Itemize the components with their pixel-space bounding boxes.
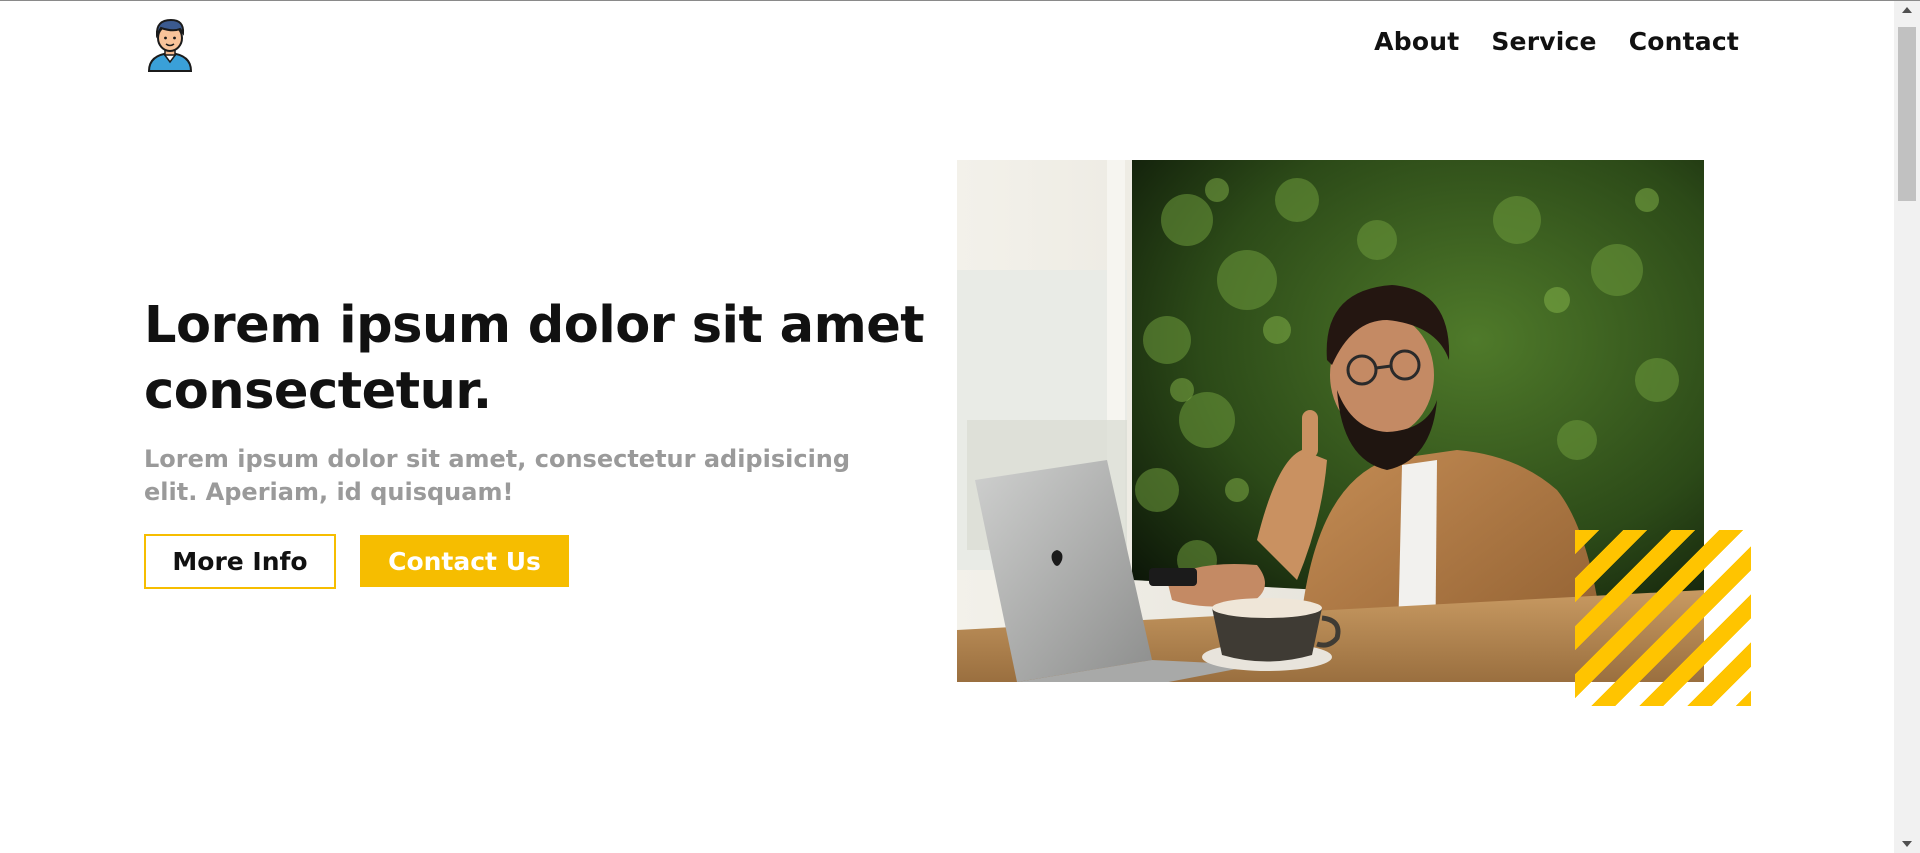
- person-avatar-icon[interactable]: [145, 15, 195, 73]
- scrollbar-thumb[interactable]: [1898, 27, 1916, 201]
- nav-link-service[interactable]: Service: [1491, 27, 1596, 56]
- main-navigation: About Service Contact: [1374, 27, 1739, 56]
- nav-link-about[interactable]: About: [1374, 27, 1459, 56]
- more-info-button[interactable]: More Info: [144, 534, 336, 589]
- scroll-down-arrow-icon[interactable]: [1902, 841, 1912, 847]
- vertical-scrollbar[interactable]: [1894, 1, 1920, 853]
- landing-page: About Service Contact Lorem ipsum dolor …: [0, 1, 1894, 853]
- scroll-up-arrow-icon[interactable]: [1902, 7, 1912, 13]
- hero-subtitle: Lorem ipsum dolor sit amet, consectetur …: [144, 445, 851, 506]
- contact-us-button[interactable]: Contact Us: [360, 535, 569, 587]
- diagonal-stripes-icon: [1575, 530, 1751, 706]
- nav-link-contact[interactable]: Contact: [1629, 27, 1739, 56]
- hero-title: Lorem ipsum dolor sit amet consectetur.: [144, 296, 925, 421]
